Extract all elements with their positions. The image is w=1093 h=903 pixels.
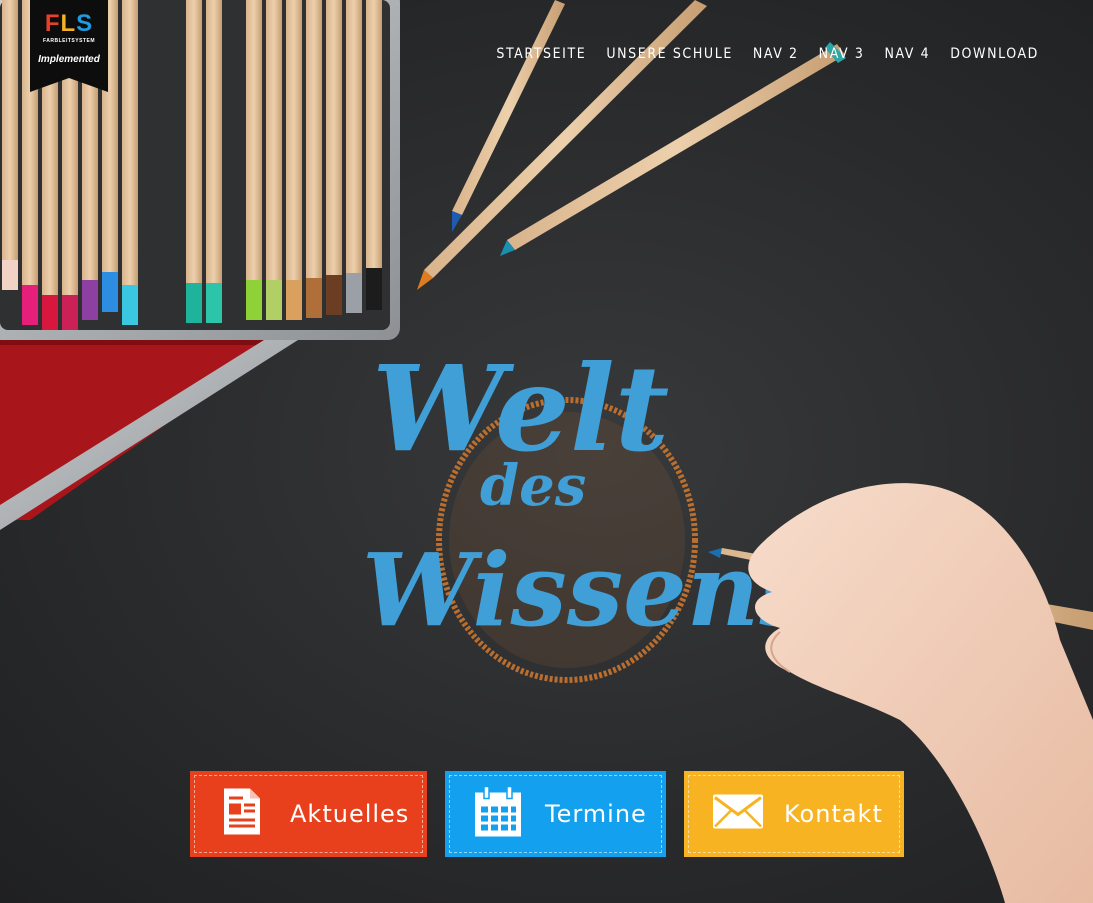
svg-text:des: des — [480, 453, 586, 519]
svg-text:Wissens: Wissens — [362, 531, 816, 649]
nav-item-nav-4[interactable]: NAV 4 — [874, 44, 940, 64]
news-button-label: Aktuelles — [290, 800, 410, 828]
envelope-icon — [712, 794, 764, 835]
logo-tagline: Implemented — [38, 54, 100, 65]
main-nav: STARTSEITE UNSERE SCHULE NAV 2 NAV 3 NAV… — [496, 44, 1039, 64]
logo-letter-l: L — [60, 10, 77, 37]
nav-item-startseite[interactable]: STARTSEITE — [496, 44, 596, 64]
dates-button[interactable]: Termine — [445, 771, 666, 857]
calendar-icon — [473, 785, 523, 844]
dates-button-label: Termine — [545, 800, 647, 828]
nav-item-nav-3[interactable]: NAV 3 — [809, 44, 875, 64]
news-button[interactable]: Aktuelles — [190, 771, 427, 857]
nav-item-download[interactable]: DOWNLOAD — [940, 44, 1039, 64]
site-logo[interactable]: FLS FARBLEITSYSTEM Implemented — [30, 0, 108, 92]
logo-letter-s: S — [76, 10, 94, 37]
contact-button[interactable]: Kontakt — [684, 771, 904, 857]
hero-background: Welt des Wissens FLS FARBLEITSYSTEM Impl… — [0, 0, 1093, 903]
logo-mark: FLS — [30, 12, 108, 36]
logo-letter-f: F — [44, 10, 61, 37]
nav-item-nav-2[interactable]: NAV 2 — [743, 44, 809, 64]
contact-button-label: Kontakt — [784, 800, 883, 828]
document-icon — [222, 787, 262, 842]
nav-item-unsere-schule[interactable]: UNSERE SCHULE — [596, 44, 743, 64]
logo-subtitle: FARBLEITSYSTEM — [42, 38, 95, 44]
hero-illustration: Welt des Wissens — [0, 0, 1093, 903]
